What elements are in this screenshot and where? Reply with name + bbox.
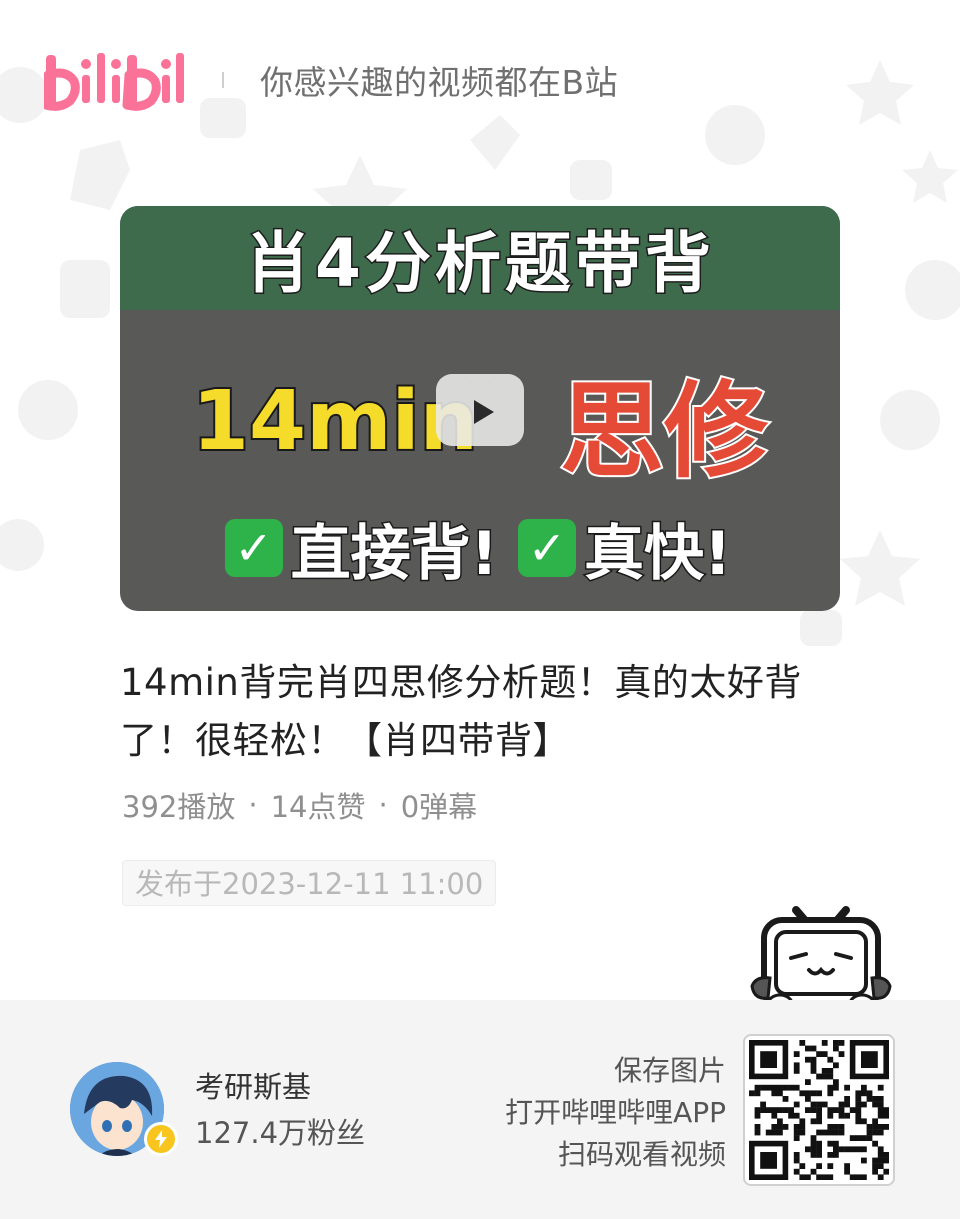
play-button[interactable]: [436, 374, 524, 446]
uploader-name[interactable]: 考研斯基: [195, 1064, 311, 1106]
thumbnail-title: 肖4分析题带背: [244, 224, 715, 304]
thumbnail-banner: 肖4分析题带背: [120, 206, 840, 310]
play-count: 392播放: [122, 790, 236, 824]
tv-mascot-icon: [750, 906, 892, 1015]
qr-code-pattern: [749, 1040, 890, 1181]
lightning-badge-icon: [144, 1122, 178, 1156]
danmaku-count: 0弹幕: [400, 790, 478, 824]
like-count: 14点赞: [270, 790, 366, 824]
header-divider: [222, 72, 224, 88]
check-icon: ✓: [518, 519, 576, 577]
bilibili-logo[interactable]: [44, 47, 186, 113]
bilibili-logo-mark: [44, 53, 184, 111]
lightning-icon: [155, 1130, 167, 1148]
qr-line-open-app: 打开哔哩哔哩APP: [505, 1096, 726, 1129]
check-icon: ✓: [224, 519, 283, 577]
header-tagline: 你感兴趣的视频都在B站: [260, 63, 619, 102]
share-card: 你感兴趣的视频都在B站 肖4分析题带背 14min 思修 ✓ 直接背! ✓ 真快…: [0, 0, 960, 1219]
thumbnail-claims: ✓ 直接背! ✓ 真快!: [120, 508, 840, 590]
thumbnail-claim-2: 真快!: [582, 517, 732, 590]
thumbnail-claim-1: 直接背!: [289, 517, 499, 590]
publish-date: 发布于2023-12-11 11:00: [122, 860, 497, 906]
footer: 考研斯基 127.4万粉丝 保存图片 打开哔哩哔哩APP 扫码观看视频: [0, 1000, 960, 1219]
qr-code-icon[interactable]: [743, 1034, 895, 1186]
play-icon: [464, 376, 496, 424]
thumbnail-subject: 思修: [558, 368, 770, 494]
uploader-fans: 127.4万粉丝: [195, 1116, 366, 1150]
qr-line-save: 保存图片: [613, 1054, 726, 1087]
qr-line-scan: 扫码观看视频: [557, 1138, 726, 1171]
stats-separator: ·: [248, 788, 258, 822]
video-stats: 392播放 · 14点赞 · 0弹幕: [122, 784, 477, 826]
stats-separator: ·: [378, 788, 388, 822]
header: 你感兴趣的视频都在B站: [44, 44, 618, 116]
video-title[interactable]: 14min背完肖四思修分析题！真的太好背了！很轻松！【肖四带背】: [120, 654, 820, 770]
qr-instructions: 保存图片 打开哔哩哔哩APP 扫码观看视频: [505, 1050, 726, 1176]
